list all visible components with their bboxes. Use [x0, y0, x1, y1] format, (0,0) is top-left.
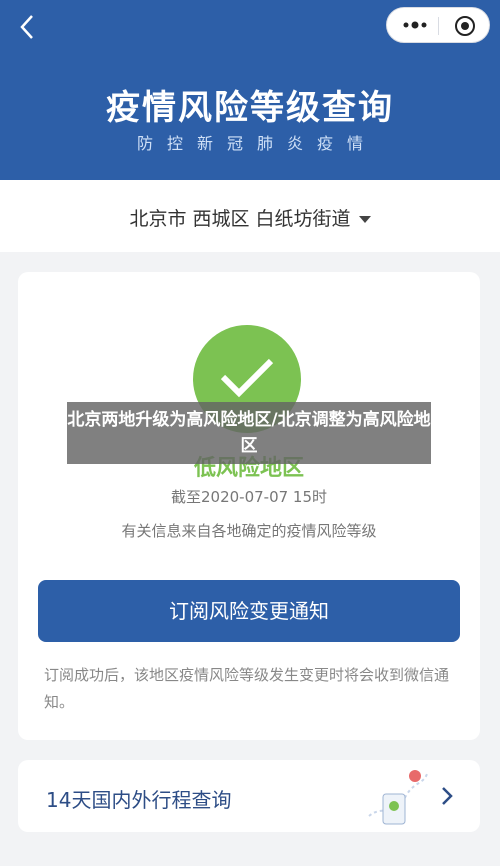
capsule-divider — [438, 17, 439, 35]
page-title: 疫情风险等级查询 — [106, 88, 394, 128]
overlay-caption: 北京两地升级为高风险地区/北京调整为高风险地区 — [67, 402, 431, 464]
location-label: 北京市 西城区 白纸坊街道 — [129, 208, 351, 230]
timestamp: 截至2020-07-07 15时 — [170, 488, 328, 506]
caret-down-icon[interactable] — [358, 216, 371, 223]
location-selector[interactable]: 北京市 西城区 白纸坊街道 — [0, 180, 500, 252]
map-illustration-icon — [368, 770, 428, 825]
location-text: 北京市 西城区 白纸坊街道 — [0, 204, 500, 231]
trip-query-label: 14天国内外行程查询 — [46, 788, 232, 812]
chevron-right-icon[interactable] — [440, 786, 454, 806]
subscribe-button[interactable]: 订阅风险变更通知 — [38, 580, 460, 642]
mini-program-capsule — [386, 7, 490, 43]
header: 疫情风险等级查询 防控新冠肺炎疫情 — [0, 0, 500, 180]
target-icon[interactable] — [454, 15, 476, 37]
subscribe-note: 订阅成功后，该地区疫情风险等级发生变更时将会收到微信通知。 — [44, 666, 450, 711]
trip-query-card[interactable]: 14天国内外行程查询 — [18, 760, 480, 832]
more-dots-icon[interactable] — [403, 18, 427, 32]
chevron-left-icon[interactable] — [14, 12, 40, 42]
risk-card: 低风险地区 截至2020-07-07 15时 有关信息来自各地确定的疫情风险等级… — [18, 272, 480, 740]
page-subtitle: 防控新冠肺炎疫情 — [136, 134, 377, 153]
info-source: 有关信息来自各地确定的疫情风险等级 — [121, 522, 377, 540]
